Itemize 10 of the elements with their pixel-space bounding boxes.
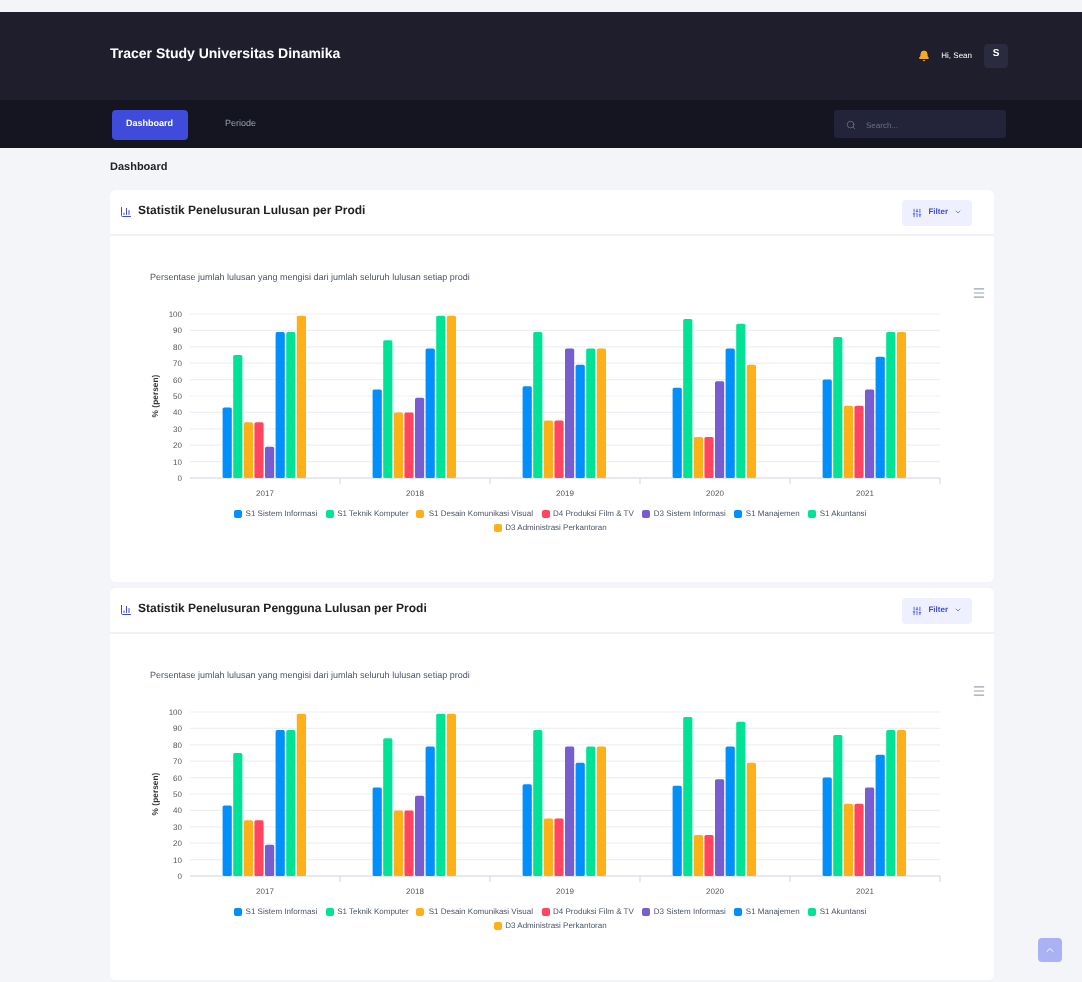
- chevron-up-icon: [1044, 944, 1056, 956]
- chart-menu-icon[interactable]: [972, 286, 986, 300]
- chart-icon: [120, 206, 132, 219]
- filter-icon: [912, 605, 923, 616]
- bell-icon[interactable]: [917, 50, 930, 62]
- search-icon: [846, 119, 856, 129]
- scroll-top-button[interactable]: [1038, 938, 1062, 962]
- filter-icon: [912, 207, 923, 218]
- chart-icon: [120, 604, 132, 617]
- chart-menu-icon[interactable]: [972, 684, 986, 698]
